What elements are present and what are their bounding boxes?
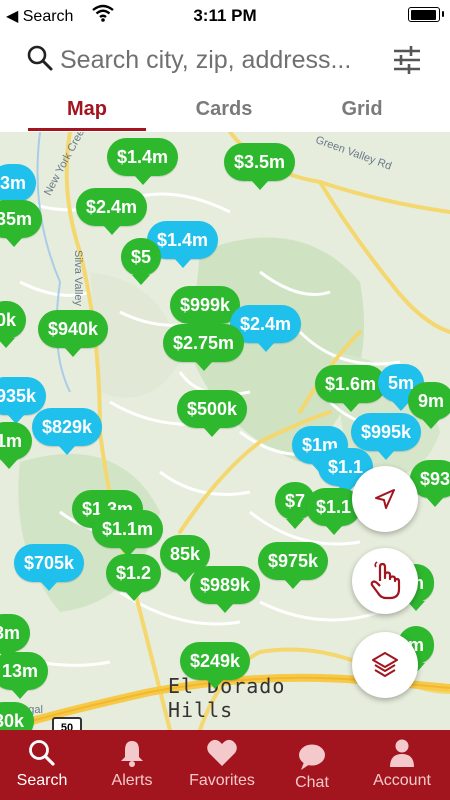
nav-alerts[interactable]: Alerts xyxy=(90,730,174,800)
price-pin[interactable]: $2.75m xyxy=(163,324,245,371)
nav-label: Alerts xyxy=(111,772,153,789)
nav-label: Chat xyxy=(295,774,329,791)
chat-bubble-icon xyxy=(297,742,327,777)
hand-draw-icon xyxy=(370,561,401,600)
price-pin[interactable]: $995k xyxy=(351,413,422,460)
highway-shield: 50 xyxy=(52,717,82,730)
search-input[interactable] xyxy=(60,42,380,78)
tab-cards[interactable]: Cards xyxy=(165,90,283,132)
view-tabs: Map Cards Grid xyxy=(0,90,450,132)
price-pin[interactable]: $249k xyxy=(180,642,251,689)
nav-label: Favorites xyxy=(189,772,255,789)
price-pin[interactable]: $999k xyxy=(170,286,241,333)
bottom-navigation: Search Alerts Favorites Chat Account xyxy=(0,730,450,800)
draw-area-button[interactable] xyxy=(352,548,418,614)
price-pin[interactable]: $1.1m xyxy=(92,510,164,557)
price-pin[interactable]: $975k xyxy=(258,542,329,589)
price-pin[interactable]: 13m xyxy=(0,652,49,699)
price-pin[interactable]: 935k xyxy=(0,377,47,424)
map-layers-button[interactable] xyxy=(352,632,418,698)
price-pin[interactable]: $1.4m xyxy=(107,138,179,185)
price-pin[interactable]: $3.5m xyxy=(224,143,296,190)
clock: 3:11 PM xyxy=(193,6,257,25)
nav-account[interactable]: Account xyxy=(360,730,444,800)
price-pin[interactable]: $5 xyxy=(121,238,162,285)
navigation-arrow-icon xyxy=(375,489,395,509)
map-view[interactable]: New York Creek Silva Valley Green Valley… xyxy=(0,132,450,730)
nav-chat[interactable]: Chat xyxy=(270,730,354,800)
price-pin[interactable]: 35m xyxy=(0,200,43,247)
price-pin[interactable]: 9m xyxy=(408,382,450,429)
heart-icon xyxy=(206,738,238,773)
nav-favorites[interactable]: Favorites xyxy=(180,730,264,800)
locate-me-button[interactable] xyxy=(352,466,418,532)
price-pin[interactable]: $1.2 xyxy=(106,554,162,601)
active-tab-indicator xyxy=(28,128,146,131)
layers-icon xyxy=(372,652,398,677)
nav-label: Search xyxy=(16,772,68,789)
search-bar xyxy=(0,32,450,90)
person-icon xyxy=(388,738,416,773)
status-bar: ◀ Search 3:11 PM xyxy=(0,0,450,32)
price-pin[interactable]: $829k xyxy=(32,408,103,455)
price-pin[interactable]: $2.4m xyxy=(76,188,148,235)
price-pin[interactable]: $500k xyxy=(177,390,248,437)
nav-label: Account xyxy=(373,772,431,789)
search-icon xyxy=(27,738,57,773)
price-pin[interactable]: $1.6m xyxy=(315,365,387,412)
road-label: Silva Valley xyxy=(72,250,84,307)
nav-search[interactable]: Search xyxy=(0,730,84,800)
price-pin[interactable]: $989k xyxy=(190,566,261,613)
tab-grid[interactable]: Grid xyxy=(303,90,421,132)
town-label: Hills xyxy=(168,698,234,722)
price-pin[interactable]: $705k xyxy=(14,544,85,591)
filter-sliders-icon[interactable] xyxy=(392,44,422,81)
price-pin[interactable]: $940k xyxy=(38,310,109,357)
tab-map[interactable]: Map xyxy=(28,90,146,132)
battery-icon xyxy=(408,7,444,22)
bell-icon xyxy=(118,738,146,773)
search-icon xyxy=(26,44,54,77)
